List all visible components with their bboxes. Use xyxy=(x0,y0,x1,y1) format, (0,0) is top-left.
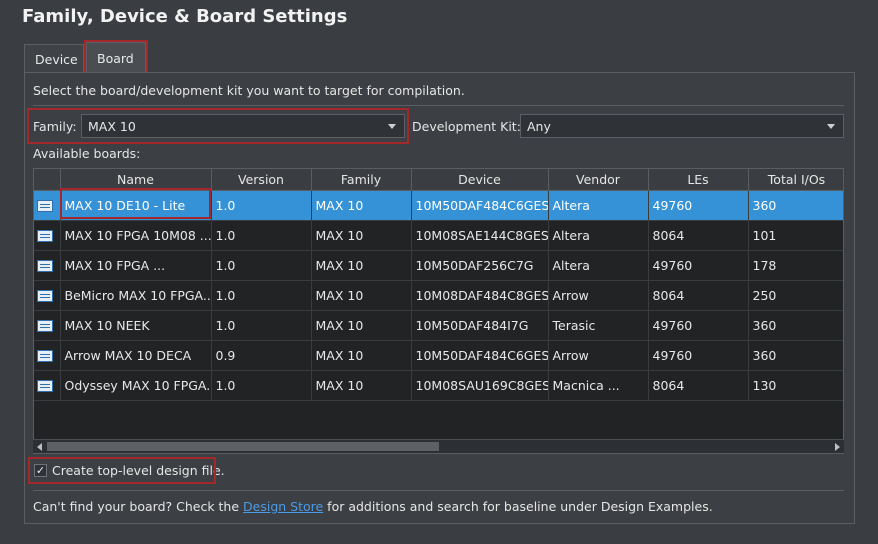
cell-name: MAX 10 FPGA 10M08 ... xyxy=(60,220,212,251)
cell-vendor: Altera xyxy=(548,220,649,251)
cell-device: 10M50DAF484C6GES xyxy=(411,340,549,371)
table-row[interactable]: MAX 10 FPGA ... 1.0 MAX 10 10M50DAF256C7… xyxy=(34,250,843,281)
chevron-down-icon xyxy=(827,124,835,129)
cell-family: MAX 10 xyxy=(311,190,412,221)
table-row[interactable]: Arrow MAX 10 DECA 0.9 MAX 10 10M50DAF484… xyxy=(34,340,843,371)
cell-ios: 101 xyxy=(748,220,843,251)
divider xyxy=(33,490,844,491)
cell-les: 49760 xyxy=(648,310,749,341)
footer-text-after: for additions and search for baseline un… xyxy=(323,499,713,514)
table-row[interactable]: MAX 10 DE10 - Lite 1.0 MAX 10 10M50DAF48… xyxy=(34,190,843,221)
cell-ios: 130 xyxy=(748,370,843,401)
devkit-value: Any xyxy=(527,119,551,134)
cell-device: 10M08SAE144C8GES xyxy=(411,220,549,251)
cell-version: 1.0 xyxy=(211,280,312,311)
cell-device: 10M50DAF484C6GES xyxy=(411,190,549,221)
board-icon xyxy=(37,380,53,392)
cell-family: MAX 10 xyxy=(311,280,412,311)
cell-device: 10M08SAU169C8GES xyxy=(411,370,549,401)
cell-name: MAX 10 DE10 - Lite xyxy=(60,190,212,221)
column-header-name[interactable]: Name xyxy=(60,169,212,191)
cell-vendor: Altera xyxy=(548,250,649,281)
horizontal-scrollbar[interactable] xyxy=(33,439,844,453)
footer-text: Can't find your board? Check the Design … xyxy=(33,499,713,514)
column-header-vendor[interactable]: Vendor xyxy=(548,169,649,191)
design-store-link[interactable]: Design Store xyxy=(243,499,323,514)
cell-ios: 178 xyxy=(748,250,843,281)
footer-text-before: Can't find your board? Check the xyxy=(33,499,244,514)
cell-device: 10M50DAF256C7G xyxy=(411,250,549,281)
cell-version: 1.0 xyxy=(211,310,312,341)
cell-family: MAX 10 xyxy=(311,220,412,251)
board-icon xyxy=(37,200,53,212)
boards-table: Name Version Family Device Vendor LEs To… xyxy=(33,168,844,454)
table-header: Name Version Family Device Vendor LEs To… xyxy=(34,169,843,191)
board-icon xyxy=(37,260,53,272)
cell-vendor: Terasic xyxy=(548,310,649,341)
cell-vendor: Macnica ... xyxy=(548,370,649,401)
cell-name: Odyssey MAX 10 FPGA... xyxy=(60,370,212,401)
cell-device: 10M08DAF484C8GES xyxy=(411,280,549,311)
scroll-right-icon[interactable] xyxy=(835,443,840,451)
create-top-level-checkbox[interactable]: ✓ xyxy=(34,464,47,477)
page-title: Family, Device & Board Settings xyxy=(22,6,348,27)
available-boards-label: Available boards: xyxy=(33,146,141,161)
board-icon xyxy=(37,320,53,332)
column-header-icon[interactable] xyxy=(34,169,61,191)
scroll-left-icon[interactable] xyxy=(37,443,42,451)
cell-les: 8064 xyxy=(648,370,749,401)
cell-ios: 250 xyxy=(748,280,843,311)
column-header-device[interactable]: Device xyxy=(411,169,549,191)
board-icon xyxy=(37,230,53,242)
devkit-label: Development Kit: xyxy=(412,119,521,134)
family-value: MAX 10 xyxy=(88,119,136,134)
scrollbar-thumb[interactable] xyxy=(47,442,439,451)
table-row[interactable]: MAX 10 NEEK 1.0 MAX 10 10M50DAF484I7G Te… xyxy=(34,310,843,341)
cell-ios: 360 xyxy=(748,340,843,371)
instruction-text: Select the board/development kit you wan… xyxy=(33,83,465,98)
cell-family: MAX 10 xyxy=(311,370,412,401)
divider xyxy=(33,105,844,106)
cell-family: MAX 10 xyxy=(311,340,412,371)
board-icon xyxy=(37,290,53,302)
cell-les: 8064 xyxy=(648,220,749,251)
cell-family: MAX 10 xyxy=(311,250,412,281)
family-combobox[interactable]: MAX 10 xyxy=(81,114,405,138)
column-header-version[interactable]: Version xyxy=(211,169,312,191)
board-icon xyxy=(37,350,53,362)
cell-vendor: Arrow xyxy=(548,340,649,371)
tab-device[interactable]: Device xyxy=(24,44,84,73)
devkit-combobox[interactable]: Any xyxy=(520,114,844,138)
cell-les: 49760 xyxy=(648,250,749,281)
cell-version: 1.0 xyxy=(211,220,312,251)
cell-ios: 360 xyxy=(748,190,843,221)
cell-name: BeMicro MAX 10 FPGA... xyxy=(60,280,212,311)
cell-name: Arrow MAX 10 DECA xyxy=(60,340,212,371)
cell-device: 10M50DAF484I7G xyxy=(411,310,549,341)
chevron-down-icon xyxy=(388,124,396,129)
cell-vendor: Altera xyxy=(548,190,649,221)
cell-les: 49760 xyxy=(648,340,749,371)
column-header-total-ios[interactable]: Total I/Os xyxy=(748,169,843,191)
cell-family: MAX 10 xyxy=(311,310,412,341)
cell-version: 1.0 xyxy=(211,190,312,221)
cell-version: 1.0 xyxy=(211,250,312,281)
cell-les: 8064 xyxy=(648,280,749,311)
cell-vendor: Arrow xyxy=(548,280,649,311)
create-top-level-label[interactable]: Create top-level design file. xyxy=(52,463,225,478)
family-label: Family: xyxy=(33,119,77,134)
column-header-les[interactable]: LEs xyxy=(648,169,749,191)
cell-version: 1.0 xyxy=(211,370,312,401)
cell-ios: 360 xyxy=(748,310,843,341)
table-row[interactable]: MAX 10 FPGA 10M08 ... 1.0 MAX 10 10M08SA… xyxy=(34,220,843,251)
column-header-family[interactable]: Family xyxy=(311,169,412,191)
table-row[interactable]: Odyssey MAX 10 FPGA... 1.0 MAX 10 10M08S… xyxy=(34,370,843,401)
tab-board[interactable]: Board xyxy=(86,42,146,73)
cell-name: MAX 10 NEEK xyxy=(60,310,212,341)
table-row[interactable]: BeMicro MAX 10 FPGA... 1.0 MAX 10 10M08D… xyxy=(34,280,843,311)
cell-les: 49760 xyxy=(648,190,749,221)
cell-version: 0.9 xyxy=(211,340,312,371)
cell-name: MAX 10 FPGA ... xyxy=(60,250,212,281)
